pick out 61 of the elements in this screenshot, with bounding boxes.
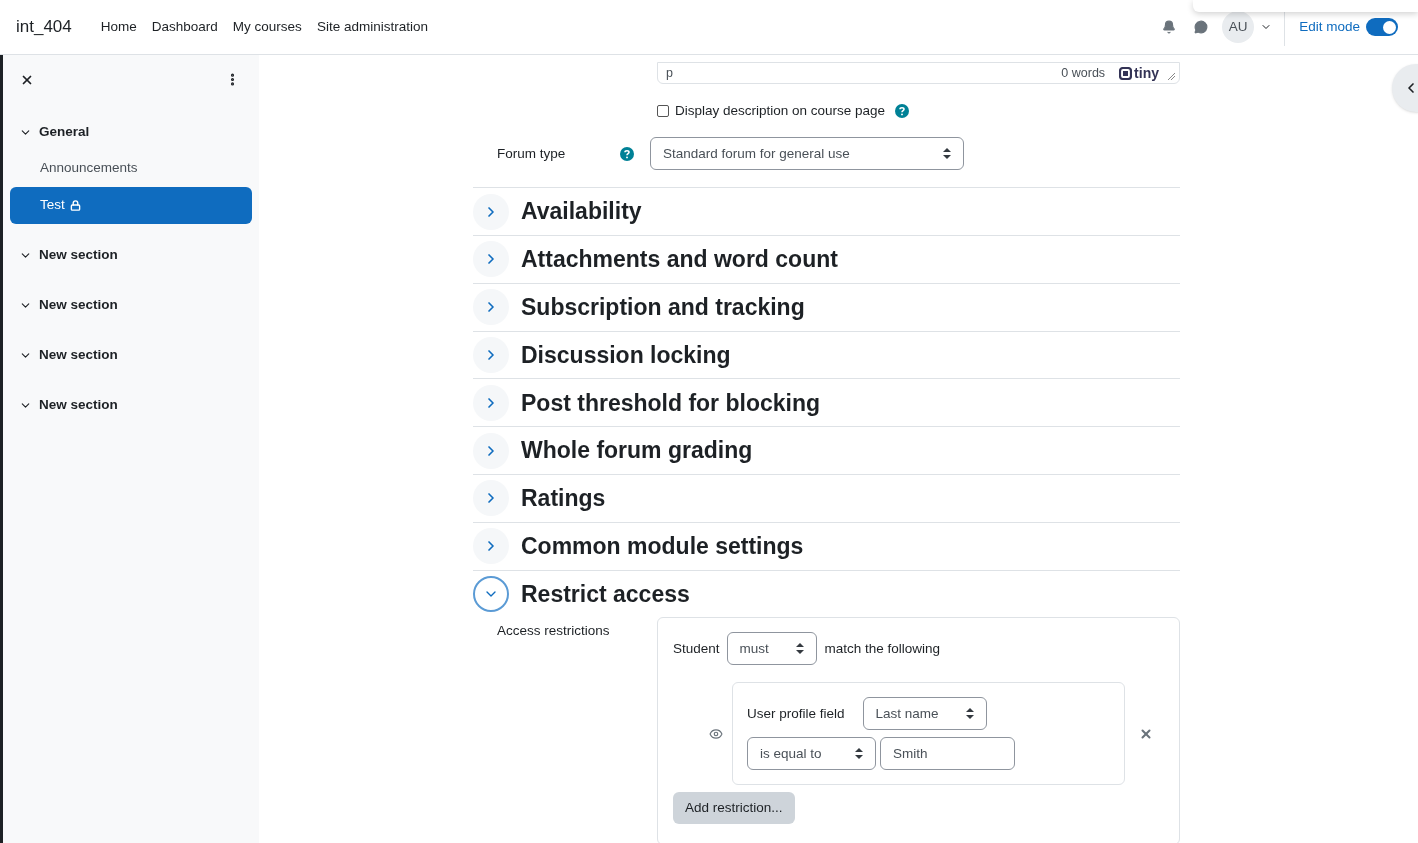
expand-toggle[interactable] (473, 528, 509, 565)
forum-type-select[interactable]: Standard forum for general use (650, 137, 964, 171)
nav-link[interactable]: Home (100, 16, 137, 38)
help-icon[interactable] (620, 146, 634, 161)
field-label: Forum type (497, 144, 567, 163)
word-count: 0 words (1061, 64, 1106, 82)
checkbox-label[interactable]: Display description on course page (675, 101, 886, 122)
section-heading[interactable]: Attachments and word count (521, 242, 838, 277)
collapse-toggle[interactable] (473, 576, 509, 612)
expand-toggle[interactable] (473, 384, 509, 421)
operator-select[interactable]: is equal to (747, 737, 876, 771)
condition-label: User profile field (747, 704, 845, 723)
site-name[interactable]: int_404 (16, 14, 72, 40)
bell-icon[interactable] (1162, 20, 1177, 34)
tiny-logo[interactable]: tiny (1119, 62, 1159, 84)
nav-link[interactable]: My courses (232, 16, 302, 38)
section-heading[interactable]: Restrict access (521, 576, 690, 612)
section-heading[interactable]: Ratings (521, 481, 606, 516)
user-avatar[interactable]: AU (1222, 11, 1255, 43)
field-label: Access restrictions (497, 622, 611, 641)
section-heading[interactable]: Availability (521, 194, 642, 229)
edit-mode-label: Edit mode (1299, 17, 1360, 36)
section-heading[interactable]: Common module settings (521, 528, 804, 564)
section-heading[interactable]: Whole forum grading (521, 433, 753, 468)
delete-icon[interactable] (1139, 726, 1153, 741)
section-link[interactable]: General (39, 121, 90, 143)
nav-link[interactable]: Dashboard (151, 16, 218, 38)
expand-toggle[interactable] (473, 432, 509, 469)
section-heading[interactable]: Post threshold for blocking (521, 385, 820, 421)
sort-icon (943, 148, 951, 160)
add-restriction-button[interactable]: Add restriction... (673, 792, 795, 825)
profile-field-select[interactable]: Last name (862, 697, 987, 731)
match-select[interactable]: must (726, 632, 817, 666)
section-link[interactable]: New section (39, 344, 118, 366)
activity-link[interactable]: Test (10, 187, 252, 224)
expand-toggle[interactable] (473, 289, 509, 326)
section-link[interactable]: New section (39, 394, 118, 416)
sort-icon (965, 708, 974, 720)
resize-handle-icon[interactable] (1167, 72, 1175, 80)
section-heading[interactable]: Subscription and tracking (521, 290, 805, 325)
tiny-logo-icon (1119, 66, 1133, 80)
sort-icon (855, 748, 863, 760)
restriction-prefix: Student (673, 639, 720, 658)
expand-toggle[interactable] (473, 337, 509, 374)
section-heading[interactable]: Discussion locking (521, 337, 731, 373)
help-icon[interactable] (895, 104, 910, 119)
section-link[interactable]: New section (39, 244, 118, 266)
chat-icon[interactable] (1194, 20, 1209, 34)
nav-link[interactable]: Site administration (316, 16, 428, 38)
expand-toggle[interactable] (473, 480, 509, 517)
restriction-suffix: match the following (824, 639, 941, 658)
expand-toggle[interactable] (473, 193, 509, 230)
eye-icon[interactable] (709, 726, 723, 741)
checkbox[interactable] (657, 105, 669, 118)
expand-toggle[interactable] (473, 241, 509, 278)
edit-mode-switch[interactable] (1366, 18, 1398, 36)
activity-link[interactable]: Announcements (10, 150, 252, 187)
value-input[interactable]: Smith (880, 737, 1015, 771)
element-path[interactable]: p (666, 63, 673, 83)
sort-icon (795, 643, 804, 655)
section-link[interactable]: New section (39, 294, 118, 316)
